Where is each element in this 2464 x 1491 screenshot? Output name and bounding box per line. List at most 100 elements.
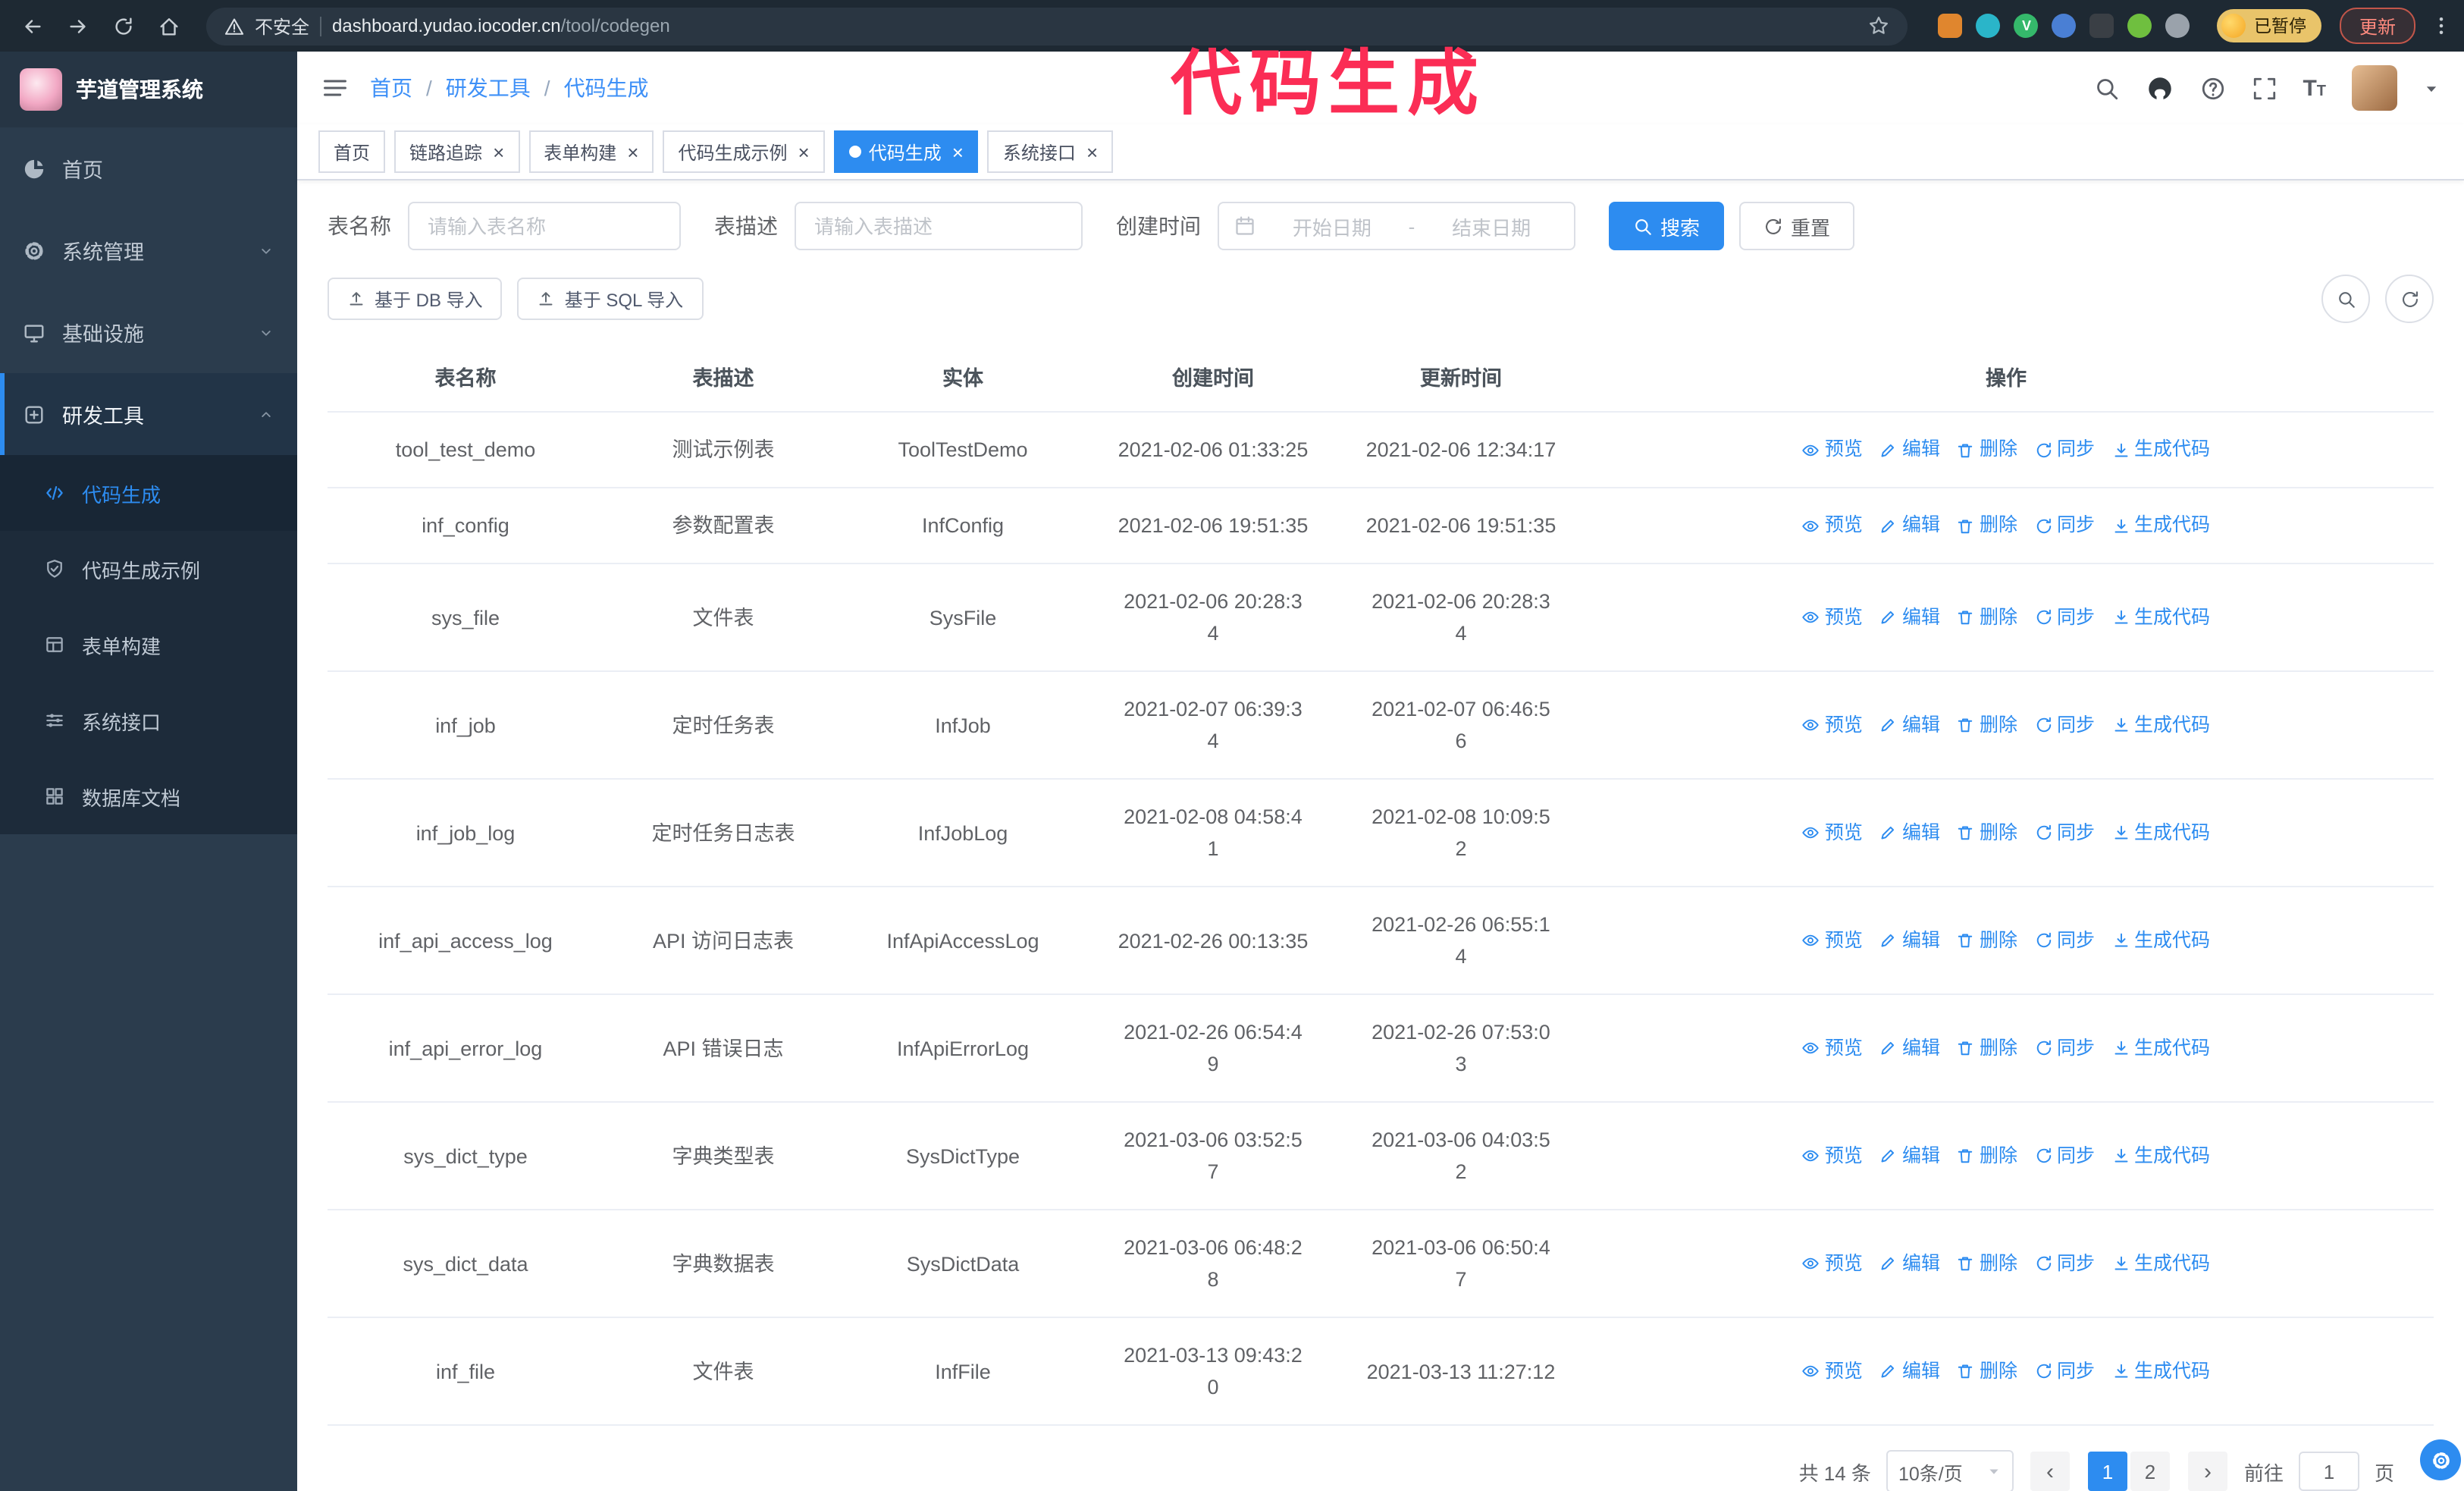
preview-link[interactable]: 预览: [1802, 1248, 1863, 1279]
preview-link[interactable]: 预览: [1802, 1355, 1863, 1387]
generate-code-link[interactable]: 生成代码: [2111, 510, 2210, 541]
generate-code-link[interactable]: 生成代码: [2111, 1248, 2210, 1279]
tab-codegen-example[interactable]: 代码生成示例 ×: [663, 130, 825, 173]
delete-link[interactable]: 删除: [1957, 709, 2017, 741]
back-button[interactable]: [12, 6, 52, 46]
extension-dark[interactable]: [2089, 14, 2114, 38]
edit-link[interactable]: 编辑: [1879, 1032, 1940, 1064]
browser-menu-icon[interactable]: [2431, 14, 2452, 38]
delete-link[interactable]: 删除: [1957, 924, 2017, 956]
generate-code-link[interactable]: 生成代码: [2111, 1032, 2210, 1064]
delete-link[interactable]: 删除: [1957, 510, 2017, 541]
refresh-table-button[interactable]: [2385, 275, 2434, 323]
edit-link[interactable]: 编辑: [1879, 1140, 1940, 1172]
github-icon[interactable]: [2145, 74, 2174, 102]
generate-code-link[interactable]: 生成代码: [2111, 1140, 2210, 1172]
search-icon[interactable]: [2093, 75, 2119, 101]
goto-page-input[interactable]: [2298, 1452, 2359, 1491]
create-time-range-picker[interactable]: 开始日期 - 结束日期: [1218, 202, 1575, 250]
preview-link[interactable]: 预览: [1802, 601, 1863, 633]
page-button-2[interactable]: 2: [2130, 1452, 2170, 1491]
extension-teal[interactable]: [1976, 14, 2001, 38]
toggle-search-button[interactable]: [2321, 275, 2370, 323]
home-button[interactable]: [149, 6, 188, 46]
tab-system-api[interactable]: 系统接口 ×: [987, 130, 1114, 173]
page-button-1[interactable]: 1: [2087, 1452, 2127, 1491]
close-icon[interactable]: ×: [1086, 142, 1098, 162]
breadcrumb-dev-tools[interactable]: 研发工具: [446, 73, 531, 103]
reload-button[interactable]: [103, 6, 143, 46]
edit-link[interactable]: 编辑: [1879, 924, 1940, 956]
sidebar-item-home[interactable]: 首页: [0, 127, 297, 209]
delete-link[interactable]: 删除: [1957, 1140, 2017, 1172]
sync-link[interactable]: 同步: [2034, 1355, 2095, 1387]
fullscreen-icon[interactable]: [2251, 75, 2277, 101]
browser-update-button[interactable]: 更新: [2339, 8, 2415, 44]
edit-link[interactable]: 编辑: [1879, 1355, 1940, 1387]
generate-code-link[interactable]: 生成代码: [2111, 924, 2210, 956]
forward-button[interactable]: [58, 6, 97, 46]
sidebar-subitem-system-api[interactable]: 系统接口: [0, 683, 297, 758]
close-icon[interactable]: ×: [952, 142, 964, 162]
extension-people[interactable]: [2052, 14, 2077, 38]
sync-link[interactable]: 同步: [2034, 1248, 2095, 1279]
edit-link[interactable]: 编辑: [1879, 1248, 1940, 1279]
preview-link[interactable]: 预览: [1802, 1140, 1863, 1172]
sync-link[interactable]: 同步: [2034, 1140, 2095, 1172]
sidebar-item-system-management[interactable]: 系统管理: [0, 209, 297, 291]
preview-link[interactable]: 预览: [1802, 434, 1863, 466]
tab-form-builder[interactable]: 表单构建 ×: [528, 130, 654, 173]
extension-orange[interactable]: [1938, 14, 1963, 38]
sync-link[interactable]: 同步: [2034, 601, 2095, 633]
delete-link[interactable]: 删除: [1957, 817, 2017, 849]
extension-green[interactable]: V: [2014, 14, 2039, 38]
floating-action-button[interactable]: [2420, 1439, 2461, 1480]
generate-code-link[interactable]: 生成代码: [2111, 1355, 2210, 1387]
edit-link[interactable]: 编辑: [1879, 434, 1940, 466]
chevron-down-icon[interactable]: [2423, 80, 2440, 96]
import-sql-button[interactable]: 基于 SQL 导入: [517, 278, 704, 320]
bookmark-star-icon[interactable]: [1869, 15, 1890, 36]
sync-link[interactable]: 同步: [2034, 510, 2095, 541]
next-page-button[interactable]: ›: [2187, 1452, 2227, 1491]
table-desc-input[interactable]: [795, 202, 1083, 250]
reset-button[interactable]: 重置: [1739, 202, 1855, 250]
delete-link[interactable]: 删除: [1957, 601, 2017, 633]
preview-link[interactable]: 预览: [1802, 817, 1863, 849]
sync-link[interactable]: 同步: [2034, 1032, 2095, 1064]
sync-link[interactable]: 同步: [2034, 434, 2095, 466]
sidebar-subitem-code-generation-example[interactable]: 代码生成示例: [0, 531, 297, 607]
sidebar-subitem-form-builder[interactable]: 表单构建: [0, 607, 297, 683]
address-bar[interactable]: 不安全 dashboard.yudao.iocoder.cn/tool/code…: [206, 7, 1908, 45]
edit-link[interactable]: 编辑: [1879, 601, 1940, 633]
generate-code-link[interactable]: 生成代码: [2111, 709, 2210, 741]
prev-page-button[interactable]: ‹: [2030, 1452, 2070, 1491]
close-icon[interactable]: ×: [493, 142, 504, 162]
edit-link[interactable]: 编辑: [1879, 709, 1940, 741]
tab-trace[interactable]: 链路追踪 ×: [394, 130, 520, 173]
generate-code-link[interactable]: 生成代码: [2111, 817, 2210, 849]
sidebar-item-dev-tools[interactable]: 研发工具: [0, 373, 297, 455]
breadcrumb-home[interactable]: 首页: [370, 73, 412, 103]
tab-home[interactable]: 首页: [318, 130, 386, 173]
delete-link[interactable]: 删除: [1957, 1248, 2017, 1279]
sidebar-subitem-code-generation[interactable]: 代码生成: [0, 455, 297, 531]
sidebar-toggle-icon[interactable]: [321, 74, 349, 102]
close-icon[interactable]: ×: [627, 142, 638, 162]
delete-link[interactable]: 删除: [1957, 1355, 2017, 1387]
generate-code-link[interactable]: 生成代码: [2111, 601, 2210, 633]
page-size-select[interactable]: 10条/页: [1886, 1450, 2014, 1491]
sync-link[interactable]: 同步: [2034, 709, 2095, 741]
extension-leaf[interactable]: [2127, 14, 2152, 38]
font-size-icon[interactable]: TT: [2303, 75, 2326, 101]
preview-link[interactable]: 预览: [1802, 1032, 1863, 1064]
profile-paused-badge[interactable]: 已暂停: [2217, 9, 2321, 42]
sync-link[interactable]: 同步: [2034, 924, 2095, 956]
sidebar-subitem-database-doc[interactable]: 数据库文档: [0, 758, 297, 834]
table-name-input[interactable]: [408, 202, 681, 250]
generate-code-link[interactable]: 生成代码: [2111, 434, 2210, 466]
delete-link[interactable]: 删除: [1957, 1032, 2017, 1064]
preview-link[interactable]: 预览: [1802, 924, 1863, 956]
user-avatar[interactable]: [2352, 65, 2397, 111]
tab-codegen[interactable]: 代码生成 ×: [833, 130, 979, 173]
